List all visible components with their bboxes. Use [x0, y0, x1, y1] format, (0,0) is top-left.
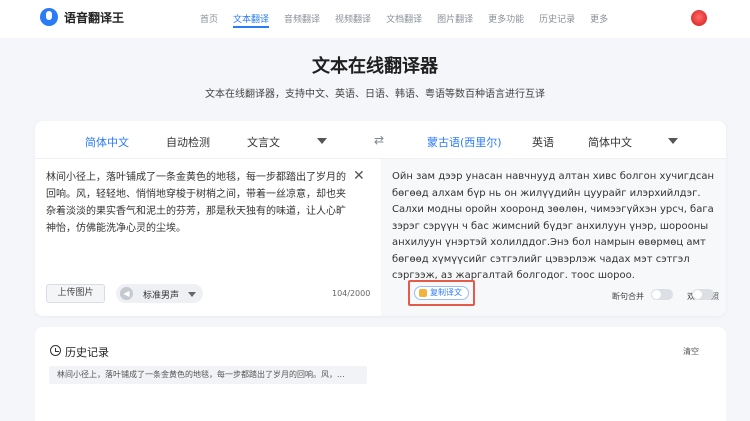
voice-label: 标准男声: [143, 291, 180, 301]
merge-sentences-label: 断句合并: [612, 292, 644, 301]
nav-document-translate[interactable]: 文档翻译: [386, 12, 422, 25]
source-lang-dropdown-icon[interactable]: [317, 138, 327, 144]
history-item[interactable]: 林间小径上，落叶铺成了一条金黄色的地毯，每一步都踏出了岁月的回响。风，...: [49, 366, 367, 384]
target-lang-mongolian-cyrillic[interactable]: 蒙古语(西里尔): [427, 134, 502, 150]
app-name: 语音翻译王: [64, 10, 125, 25]
copy-highlight-box: 复制译文: [408, 280, 475, 306]
nav-more[interactable]: 更多: [590, 12, 608, 25]
merge-sentences-toggle[interactable]: [651, 289, 673, 300]
copy-icon: [419, 289, 427, 297]
clock-icon: [50, 345, 61, 356]
source-lang-simplified-chinese[interactable]: 简体中文: [85, 134, 129, 150]
target-lang-simplified-chinese[interactable]: 简体中文: [588, 134, 632, 150]
microphone-logo-icon: [40, 8, 58, 26]
nav-audio-translate[interactable]: 音频翻译: [284, 12, 320, 25]
main-nav: 首页 文本翻译 音频翻译 视频翻译 文档翻译 图片翻译 更多功能 历史记录 更多: [200, 12, 623, 28]
character-count: 104/2000: [332, 289, 371, 298]
translated-text: Ойн зам дээр унасан навчнууд алтан хивс …: [392, 171, 715, 281]
nav-home[interactable]: 首页: [200, 12, 218, 25]
top-navbar: 语音翻译王 首页 文本翻译 音频翻译 视频翻译 文档翻译 图片翻译 更多功能 历…: [0, 0, 750, 38]
nav-history[interactable]: 历史记录: [539, 12, 575, 25]
swap-languages-icon[interactable]: ⇄: [372, 133, 386, 147]
target-lang-english[interactable]: 英语: [532, 134, 554, 150]
nav-more-features[interactable]: 更多功能: [488, 12, 524, 25]
translator-card: 简体中文 自动检测 文言文 ⇄ 蒙古语(西里尔) 英语 简体中文 林间小径上，落…: [35, 121, 726, 316]
upload-image-button[interactable]: 上传图片: [46, 284, 105, 303]
history-title: 历史记录: [65, 346, 109, 359]
user-avatar[interactable]: [691, 10, 707, 26]
chevron-down-icon: [188, 292, 196, 297]
clear-history-button[interactable]: 清空: [683, 346, 699, 357]
history-card: 历史记录 清空 林间小径上，落叶铺成了一条金黄色的地毯，每一步都踏出了岁月的回响…: [35, 327, 726, 421]
copy-translation-label: 复制译文: [430, 288, 462, 297]
bilingual-toggle[interactable]: [692, 289, 714, 300]
source-text-input[interactable]: 林间小径上，落叶铺成了一条金黄色的地毯，每一步都踏出了岁月的回响。风，轻轻地、悄…: [46, 169, 351, 237]
source-lang-classical-chinese[interactable]: 文言文: [247, 134, 280, 150]
nav-image-translate[interactable]: 图片翻译: [437, 12, 473, 25]
source-pane: 林间小径上，落叶铺成了一条金黄色的地毯，每一步都踏出了岁月的回响。风，轻轻地、悄…: [35, 159, 381, 316]
page-subtitle: 文本在线翻译器，支持中文、英语、日语、韩语、粤语等数百种语言进行互译: [205, 89, 545, 100]
app-logo[interactable]: 语音翻译王: [40, 8, 124, 26]
source-lang-auto-detect[interactable]: 自动检测: [166, 134, 210, 150]
voice-select[interactable]: ◀ 标准男声: [116, 284, 203, 303]
language-bar: 简体中文 自动检测 文言文 ⇄ 蒙古语(西里尔) 英语 简体中文: [35, 121, 726, 159]
copy-translation-button[interactable]: 复制译文: [414, 286, 469, 300]
page-title: 文本在线翻译器: [312, 56, 438, 77]
speaker-icon[interactable]: ◀: [120, 287, 133, 300]
clear-source-icon[interactable]: ✕: [353, 168, 365, 184]
nav-video-translate[interactable]: 视频翻译: [335, 12, 371, 25]
target-pane: Ойн зам дээр унасан навчнууд алтан хивс …: [381, 159, 726, 316]
nav-text-translate[interactable]: 文本翻译: [233, 12, 270, 28]
target-lang-dropdown-icon[interactable]: [668, 138, 678, 144]
